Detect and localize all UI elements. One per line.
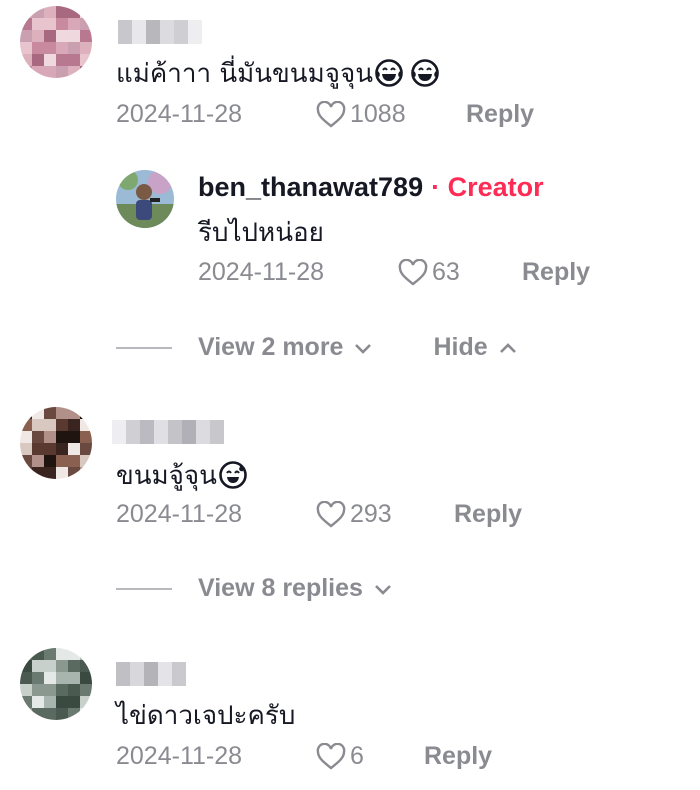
- view-more-replies: View 2 more Hide: [116, 333, 518, 362]
- view-replies-button[interactable]: View 8 replies: [198, 574, 393, 603]
- like-count: 1088: [350, 100, 406, 128]
- like-count: 6: [350, 742, 364, 770]
- comment-meta: 2024-11-28 1088 Reply: [116, 100, 534, 129]
- like-button[interactable]: 63: [398, 258, 522, 287]
- hide-button[interactable]: Hide: [433, 333, 517, 362]
- comment-text-content: ขนมจู้จุน: [116, 461, 217, 491]
- creator-reply-meta: 2024-11-28 63 Reply: [198, 258, 590, 287]
- view-more-button[interactable]: View 2 more: [198, 333, 373, 362]
- username-blurred[interactable]: [112, 420, 224, 444]
- reply-button[interactable]: Reply: [424, 742, 492, 771]
- view-more-label[interactable]: View 2 more: [198, 333, 343, 362]
- like-count: 63: [432, 258, 460, 286]
- comment-3: [20, 648, 92, 720]
- comment-meta: 2024-11-28 293 Reply: [116, 500, 522, 529]
- comment-text: ไข่ดาวเจปะครับ: [116, 701, 296, 731]
- avatar[interactable]: [20, 648, 92, 720]
- view-replies: View 8 replies: [116, 574, 393, 603]
- like-button[interactable]: 293: [316, 500, 454, 529]
- creator-username[interactable]: ben_thanawat789: [198, 172, 423, 203]
- grinning-tears-emoji-icon: [375, 59, 403, 87]
- comment-date: 2024-11-28: [116, 500, 243, 528]
- comment-text: แม่ค้าาา นี่มันขนมจูจุน: [116, 58, 439, 90]
- avatar[interactable]: [20, 407, 92, 479]
- comment-2: [20, 407, 92, 479]
- reply-button[interactable]: Reply: [522, 258, 590, 287]
- grinning-tears-emoji-icon: [411, 59, 439, 87]
- creator-avatar[interactable]: [116, 170, 174, 228]
- creator-reply: [116, 170, 174, 228]
- comment-date: 2024-11-28: [198, 258, 325, 286]
- heart-icon[interactable]: [398, 258, 428, 287]
- divider-line: [116, 346, 172, 349]
- comment-date: 2024-11-28: [116, 742, 243, 770]
- like-button[interactable]: 1088: [316, 100, 466, 129]
- chevron-down-icon[interactable]: [373, 582, 393, 596]
- chevron-up-icon[interactable]: [498, 341, 518, 355]
- view-replies-label[interactable]: View 8 replies: [198, 574, 363, 603]
- chevron-down-icon[interactable]: [353, 341, 373, 355]
- heart-icon[interactable]: [316, 742, 346, 771]
- comment-1: [20, 6, 92, 78]
- avatar[interactable]: [20, 6, 92, 78]
- comment-text: ขนมจู้จุน: [116, 460, 247, 492]
- like-button[interactable]: 6: [316, 742, 424, 771]
- like-count: 293: [350, 500, 392, 528]
- hide-label[interactable]: Hide: [433, 333, 487, 362]
- username-blurred[interactable]: [118, 20, 202, 44]
- reply-button[interactable]: Reply: [466, 100, 534, 129]
- creator-reply-text: รีบไปหน่อย: [198, 218, 324, 248]
- comment-date: 2024-11-28: [116, 100, 243, 128]
- divider-line: [116, 587, 172, 590]
- creator-badge: · Creator: [431, 172, 544, 202]
- heart-icon[interactable]: [316, 100, 346, 129]
- comment-text-content: แม่ค้าาา นี่มันขนมจูจุน: [116, 59, 373, 89]
- comment-meta: 2024-11-28 6 Reply: [116, 742, 492, 771]
- reply-button[interactable]: Reply: [454, 500, 522, 529]
- heart-icon[interactable]: [316, 500, 346, 529]
- creator-header: ben_thanawat789 · Creator: [198, 172, 544, 203]
- username-blurred[interactable]: [116, 662, 186, 686]
- sweat-smile-emoji-icon: [219, 461, 247, 489]
